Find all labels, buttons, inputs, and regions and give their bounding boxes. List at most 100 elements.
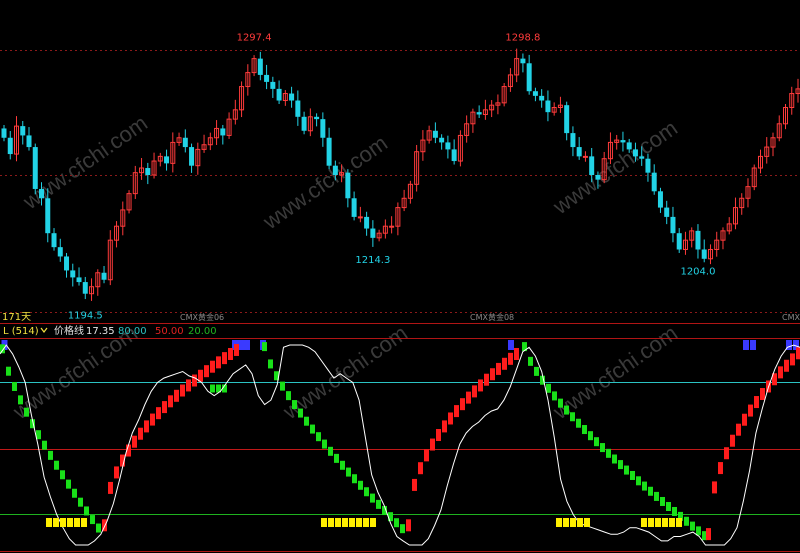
rising-block <box>228 347 233 360</box>
rising-block <box>778 366 783 379</box>
indicator-name[interactable]: L (514) <box>3 326 39 337</box>
contract-label: CMX黄金06 <box>180 312 224 322</box>
rising-block <box>760 388 765 401</box>
bottom-signal-marker <box>342 518 348 527</box>
falling-block <box>66 479 71 489</box>
candle-body <box>432 130 438 138</box>
falling-block <box>546 383 551 393</box>
rising-block <box>234 343 239 356</box>
candle-body <box>676 233 682 250</box>
chart-canvas: www.cfchi.com www.cfchi.com www.cfchi.co… <box>0 0 800 553</box>
rising-block <box>132 435 137 448</box>
falling-block <box>660 496 665 506</box>
top-signal-marker <box>743 340 749 350</box>
candle-body <box>620 140 626 143</box>
falling-block <box>78 497 83 507</box>
indicator-line-name: 价格线 <box>54 324 84 337</box>
rising-block <box>730 434 735 447</box>
falling-block <box>328 446 333 456</box>
candle-body <box>345 172 351 199</box>
rising-block <box>114 466 119 479</box>
bottom-signal-marker <box>67 518 73 527</box>
rising-block <box>442 420 447 433</box>
candle-body <box>70 270 76 278</box>
candle-body <box>220 128 226 136</box>
price-annotation: 1204.0 <box>680 266 715 277</box>
falling-block <box>690 521 695 531</box>
candle-body <box>295 100 301 117</box>
bottom-signal-marker <box>363 518 369 527</box>
rising-block <box>424 449 429 462</box>
indicator-line-value: 17.35 <box>86 326 115 337</box>
rising-block <box>706 528 711 541</box>
candle-body <box>545 100 551 113</box>
candle-body <box>326 137 332 166</box>
bottom-signal-marker <box>655 518 661 527</box>
falling-block <box>262 342 267 352</box>
candle-body <box>276 88 282 101</box>
rising-block <box>144 420 149 433</box>
candle-body <box>445 142 451 150</box>
candle-body <box>145 168 151 175</box>
candle-body <box>1 128 7 138</box>
bottom-signal-marker <box>46 518 52 527</box>
candle-body <box>451 149 457 162</box>
bottom-signal-marker <box>641 518 647 527</box>
rising-block <box>436 429 441 442</box>
falling-block <box>60 470 65 480</box>
candle-body <box>664 207 670 217</box>
falling-block <box>340 460 345 470</box>
rising-block <box>748 404 753 417</box>
candle-body <box>257 58 263 75</box>
falling-block <box>394 518 399 528</box>
falling-block <box>618 460 623 470</box>
bottom-signal-marker <box>53 518 59 527</box>
rising-block <box>724 447 729 460</box>
candle-body <box>645 158 651 173</box>
rising-block <box>186 379 191 392</box>
falling-block <box>400 524 405 534</box>
falling-block <box>654 491 659 501</box>
rising-block <box>484 373 489 386</box>
candle-body <box>182 137 188 148</box>
candle-body <box>589 156 595 175</box>
candle-body <box>695 230 701 250</box>
falling-block <box>588 431 593 441</box>
period-label: 171天 <box>2 312 31 323</box>
bottom-signal-marker <box>321 518 327 527</box>
price-annotation: 1194.5 <box>68 311 103 322</box>
rising-block <box>754 396 759 409</box>
falling-block <box>564 405 569 415</box>
candle-body <box>364 216 370 229</box>
candle <box>32 143 38 195</box>
falling-block <box>72 488 77 498</box>
rising-block <box>150 413 155 426</box>
candle-body <box>20 126 26 136</box>
candle-body <box>476 112 482 115</box>
candle-body <box>357 216 363 219</box>
rising-block <box>406 519 411 532</box>
rising-block <box>466 391 471 404</box>
bottom-signal-marker <box>370 518 376 527</box>
bottom-signal-marker <box>662 518 668 527</box>
bottom-signal-marker <box>74 518 80 527</box>
candle-body <box>189 147 195 166</box>
falling-block <box>316 432 321 442</box>
rising-block <box>222 352 227 365</box>
falling-block <box>684 516 689 526</box>
rising-block <box>192 374 197 387</box>
falling-block <box>268 359 273 369</box>
falling-block <box>358 480 363 490</box>
candle-body <box>526 63 532 92</box>
bottom-signal-marker <box>676 518 682 527</box>
falling-block <box>334 453 339 463</box>
falling-block <box>576 418 581 428</box>
falling-block <box>594 437 599 447</box>
candle-body <box>82 282 88 294</box>
falling-block <box>322 439 327 449</box>
top-signal-marker <box>244 340 250 350</box>
rising-block <box>454 405 459 418</box>
rising-block <box>430 438 435 451</box>
price-annotation: 1298.8 <box>505 33 540 44</box>
falling-block <box>666 502 671 512</box>
